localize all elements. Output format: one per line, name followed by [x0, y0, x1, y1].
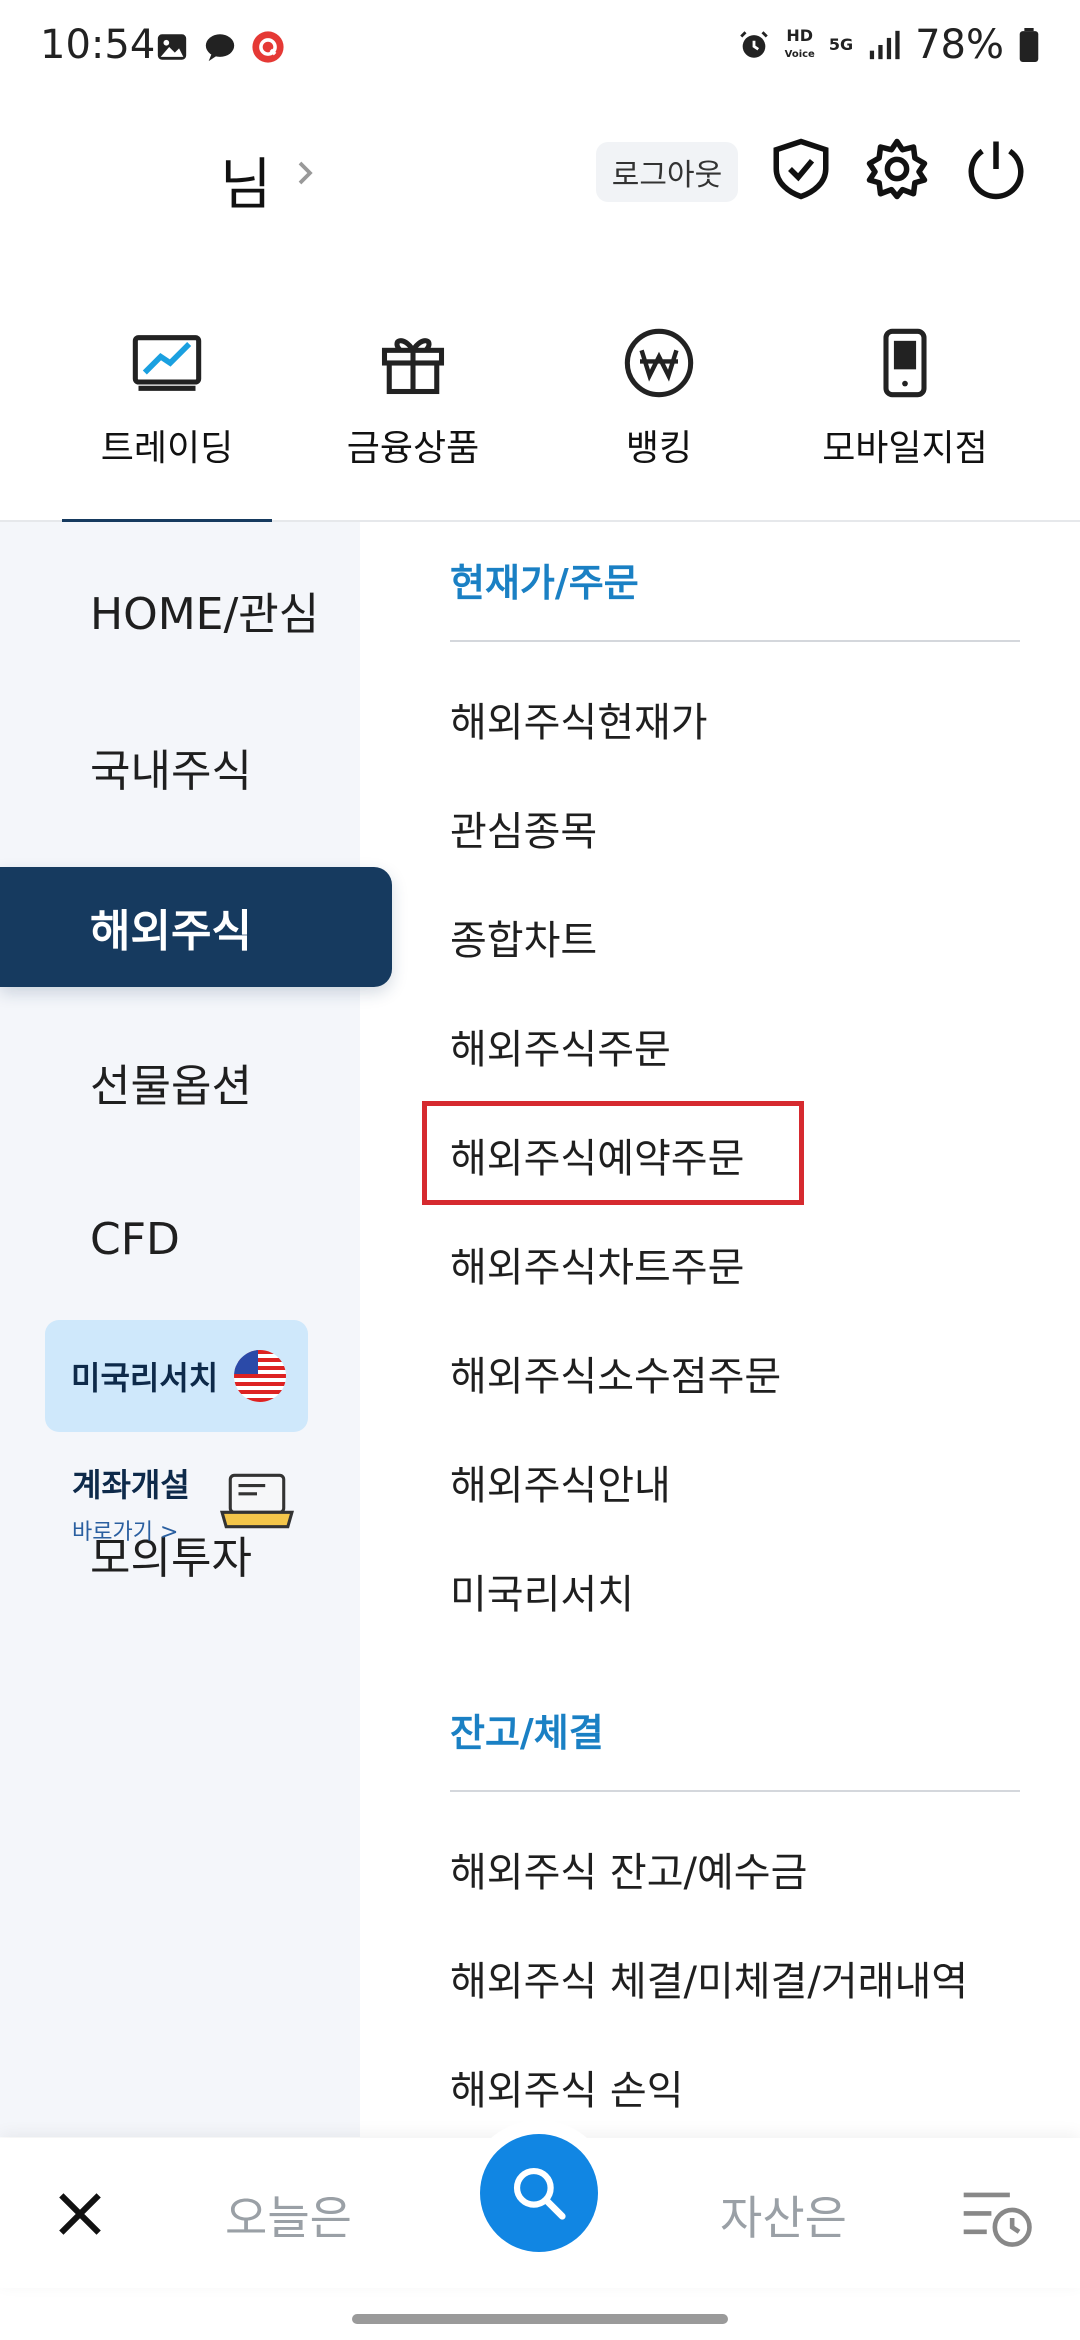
- mobile-phone-icon: [883, 328, 927, 398]
- user-name[interactable]: 님: [220, 140, 272, 221]
- close-icon[interactable]: [52, 2186, 108, 2242]
- nav-item-cfd[interactable]: CFD: [0, 1179, 392, 1299]
- tab-financial-products[interactable]: 금융상품: [298, 310, 528, 520]
- menu-item-fractional-order[interactable]: 해외주식소수점주문: [450, 1344, 781, 1402]
- shield-check-icon[interactable]: [768, 136, 834, 202]
- menu-item-watchlist[interactable]: 관심종목: [450, 799, 597, 857]
- menu-item-execution-history[interactable]: 해외주식 체결/미체결/거래내역: [450, 1949, 968, 2007]
- hd-voice-indicator: HD Voice: [784, 25, 815, 60]
- status-notification-icons: [155, 30, 285, 64]
- chevron-right-icon[interactable]: [290, 158, 320, 188]
- tab-label: 뱅킹: [625, 428, 693, 469]
- won-coin-icon: [624, 328, 694, 398]
- category-tabs: 트레이딩 금융상품 뱅킹 모바일지점: [0, 310, 1080, 524]
- menu-item-overseas-guide[interactable]: 해외주식안내: [450, 1453, 671, 1511]
- menu-item-profit-loss[interactable]: 해외주식 손익: [450, 2058, 684, 2116]
- history-menu-icon[interactable]: [958, 2188, 1034, 2248]
- assets-button[interactable]: 자산은: [720, 2182, 847, 2248]
- section-title-quote-order: 현재가/주문: [450, 561, 639, 605]
- menu-item-balance-deposit[interactable]: 해외주식 잔고/예수금: [450, 1840, 807, 1898]
- battery-icon: [1019, 28, 1039, 62]
- promo-label: 미국리서치: [71, 1359, 219, 1397]
- section-divider: [450, 1790, 1020, 1792]
- nav-item-futures-options[interactable]: 선물옵션: [0, 1022, 392, 1142]
- tab-label: 트레이딩: [100, 428, 234, 469]
- laptop-icon: [220, 1473, 294, 1529]
- power-icon[interactable]: [963, 136, 1029, 202]
- app-q-icon: [252, 31, 284, 63]
- trading-chart-icon: [132, 335, 202, 391]
- section-divider: [450, 640, 1020, 642]
- logout-button[interactable]: 로그아웃: [596, 142, 738, 202]
- tab-banking[interactable]: 뱅킹: [544, 310, 774, 520]
- search-icon: [513, 2167, 566, 2220]
- nav-item-domestic-stock[interactable]: 국내주식: [0, 707, 392, 827]
- menu-item-overseas-quote[interactable]: 해외주식현재가: [450, 690, 708, 748]
- gallery-icon: [157, 34, 187, 60]
- tab-mobile-branch[interactable]: 모바일지점: [790, 310, 1020, 520]
- tab-trading[interactable]: 트레이딩: [52, 310, 282, 524]
- menu-item-overseas-order[interactable]: 해외주식주문: [450, 1017, 671, 1075]
- today-button[interactable]: 오늘은: [225, 2182, 352, 2248]
- menu-item-overall-chart[interactable]: 종합차트: [450, 908, 597, 966]
- search-button[interactable]: [480, 2134, 598, 2252]
- menu-item-us-research[interactable]: 미국리서치: [450, 1562, 634, 1620]
- chat-icon: [205, 34, 235, 62]
- home-indicator: [352, 2314, 728, 2324]
- header: 님 로그아웃: [0, 110, 1080, 230]
- gear-icon[interactable]: [864, 136, 930, 202]
- status-bar: 10:54 HD Voice 5G 78%: [0, 0, 1080, 100]
- highlight-box: [422, 1101, 804, 1205]
- tab-label: 금융상품: [346, 428, 480, 469]
- tab-label: 모바일지점: [822, 428, 988, 469]
- menu-item-chart-order[interactable]: 해외주식차트주문: [450, 1235, 744, 1293]
- alarm-icon: [739, 31, 768, 58]
- battery-percent: 78%: [915, 22, 1004, 68]
- gift-icon: [381, 338, 445, 395]
- nav-item-home[interactable]: HOME/관심: [0, 550, 392, 670]
- 5g-indicator: 5G: [828, 35, 854, 54]
- status-system-icons: HD Voice 5G 78%: [737, 22, 1040, 68]
- signal-icon: [869, 30, 900, 60]
- us-flag-icon: [234, 1350, 286, 1402]
- nav-item-overseas-stock[interactable]: 해외주식: [0, 867, 392, 987]
- us-research-promo[interactable]: 미국리서치: [45, 1320, 308, 1432]
- status-time: 10:54: [40, 22, 156, 68]
- section-title-balance-execution: 잔고/체결: [450, 1711, 604, 1755]
